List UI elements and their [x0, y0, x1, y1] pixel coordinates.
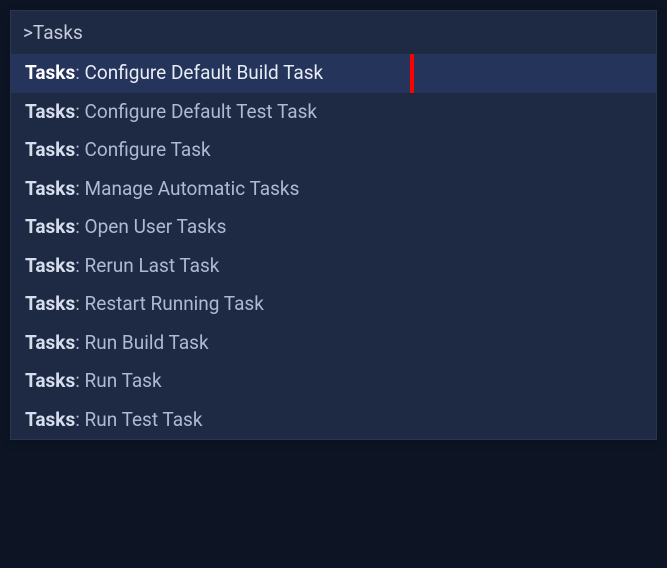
result-category: Tasks	[25, 369, 75, 392]
command-result-item[interactable]: Tasks: Run Test Task	[11, 401, 656, 440]
command-result-item[interactable]: Tasks: Restart Running Task	[11, 285, 656, 324]
result-label: Run Build Task	[85, 331, 209, 354]
result-category: Tasks	[25, 254, 75, 277]
result-category: Tasks	[25, 215, 75, 238]
search-input-wrapper	[11, 11, 656, 54]
result-category: Tasks	[25, 100, 75, 123]
command-result-item[interactable]: Tasks: Configure Default Test Task	[11, 93, 656, 132]
command-result-item[interactable]: Tasks: Configure Default Build Task	[11, 54, 656, 93]
result-label: Configure Default Test Task	[85, 100, 317, 123]
result-label: Open User Tasks	[85, 215, 227, 238]
result-category: Tasks	[25, 61, 75, 84]
result-category: Tasks	[25, 177, 75, 200]
command-result-item[interactable]: Tasks: Configure Task	[11, 131, 656, 170]
result-label: Manage Automatic Tasks	[85, 177, 300, 200]
command-result-item[interactable]: Tasks: Run Build Task	[11, 324, 656, 363]
result-category: Tasks	[25, 408, 75, 431]
command-search-input[interactable]	[19, 17, 648, 48]
command-results-list: Tasks: Configure Default Build TaskTasks…	[11, 54, 656, 439]
command-result-item[interactable]: Tasks: Open User Tasks	[11, 208, 656, 247]
result-label: Run Task	[85, 369, 162, 392]
result-label: Run Test Task	[85, 408, 203, 431]
result-label: Configure Default Build Task	[85, 61, 324, 84]
result-category: Tasks	[25, 138, 75, 161]
command-palette: Tasks: Configure Default Build TaskTasks…	[10, 10, 657, 440]
result-category: Tasks	[25, 331, 75, 354]
result-category: Tasks	[25, 292, 75, 315]
result-label: Restart Running Task	[85, 292, 264, 315]
result-label: Configure Task	[85, 138, 211, 161]
result-label: Rerun Last Task	[85, 254, 220, 277]
command-result-item[interactable]: Tasks: Run Task	[11, 362, 656, 401]
command-result-item[interactable]: Tasks: Manage Automatic Tasks	[11, 170, 656, 209]
command-result-item[interactable]: Tasks: Rerun Last Task	[11, 247, 656, 286]
